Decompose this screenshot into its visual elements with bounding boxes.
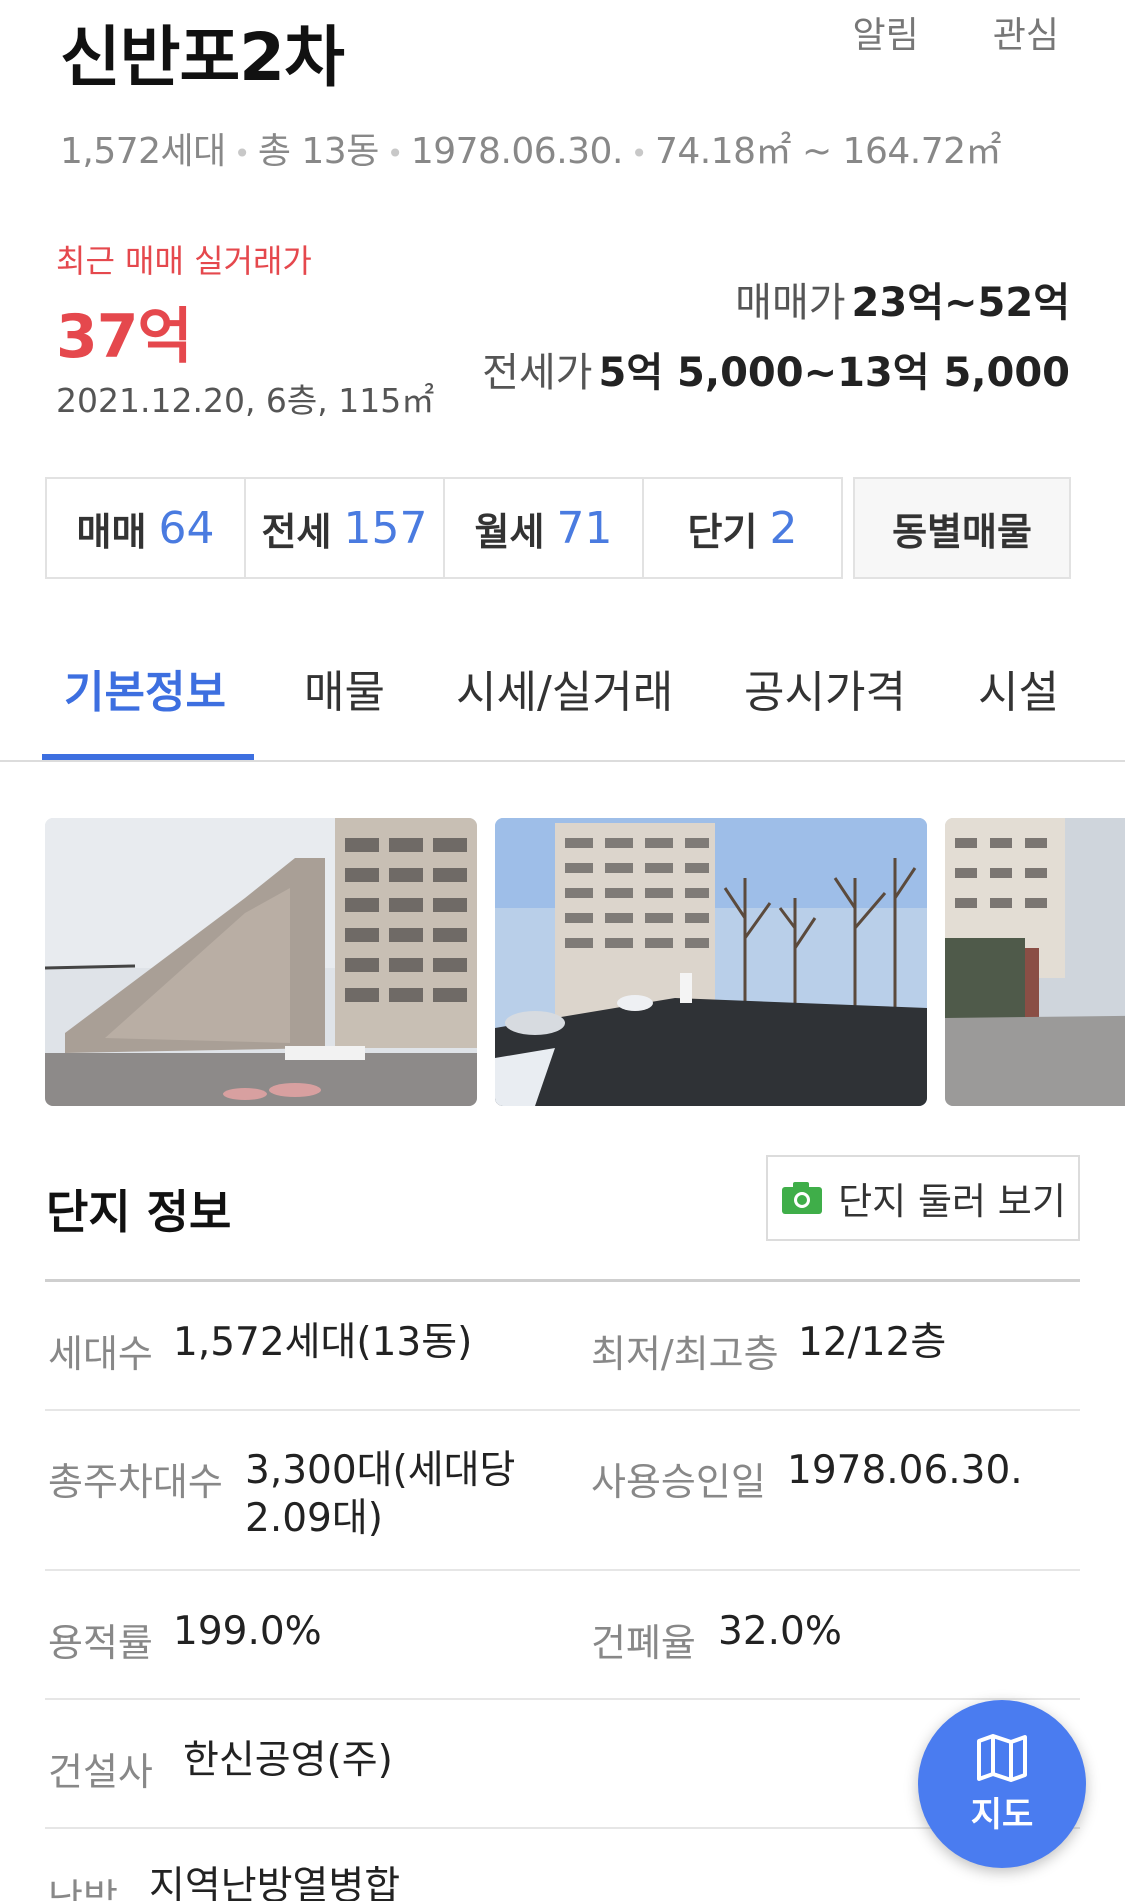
separator-dot: • (386, 137, 404, 170)
info-value: 1978.06.30. (787, 1448, 1023, 1493)
jeonse-price-value: 5억 5,000~13억 5,000 (598, 350, 1070, 396)
camera-icon (782, 1182, 823, 1214)
recent-sale-detail: 2021.12.20, 6층, 115㎡ (56, 381, 435, 420)
info-label: 건설사 (48, 1750, 153, 1794)
listing-tab-count: 157 (343, 502, 428, 554)
info-label: 총주차대수 (48, 1460, 223, 1504)
section-nav: 기본정보 매물 시세/실거래 공시가격 시설 (0, 620, 1125, 762)
summary-approval-date: 1978.06.30. (410, 131, 624, 172)
info-label: 세대수 (48, 1332, 153, 1376)
info-value: 199.0% (173, 1609, 322, 1654)
info-value: 1,572세대(13동) (173, 1320, 473, 1365)
jeonse-price-range: 전세가 5억 5,000~13억 5,000 (482, 340, 1070, 398)
complex-summary: 1,572세대 • 총 13동 • 1978.06.30. • 74.18㎡ ~ 164.7… (60, 122, 1002, 174)
listing-tab-label: 전세 (261, 509, 332, 554)
complex-info-title: 단지 정보 (46, 1185, 232, 1239)
info-label: 용적률 (48, 1621, 153, 1665)
map-icon (977, 1733, 1027, 1782)
listing-tab-monthly-rent[interactable]: 월세 71 (443, 477, 644, 579)
info-row: 총주차대수 3,300대(세대당 2.09대) 사용승인일 1978.06.30… (45, 1411, 1080, 1571)
tab-official-price[interactable]: 공시가격 (744, 656, 906, 720)
sale-price-range: 매매가 23억~52억 (735, 270, 1070, 328)
summary-area-range: 74.18㎡ ~ 164.72㎡ (654, 131, 1002, 172)
tab-market-price[interactable]: 시세/실거래 (456, 656, 673, 720)
listing-tab-short-term[interactable]: 단기 2 (642, 477, 843, 579)
listing-tab-label: 월세 (474, 509, 545, 554)
summary-buildings: 총 13동 (257, 131, 380, 172)
active-tab-indicator (42, 754, 254, 760)
complex-photo[interactable] (495, 818, 927, 1106)
listing-tab-label: 매매 (76, 509, 147, 554)
info-value: 12/12층 (798, 1320, 947, 1365)
listing-tab-label: 단기 (687, 509, 758, 554)
listing-tab-sale[interactable]: 매매 64 (45, 477, 246, 579)
listing-tab-jeonse[interactable]: 전세 157 (244, 477, 445, 579)
info-row: 용적률 199.0% 건폐율 32.0% (45, 1571, 1080, 1700)
sale-price-label: 매매가 (735, 280, 846, 326)
info-label: 사용승인일 (591, 1460, 766, 1504)
top-actions: 알림 관심 (853, 6, 1060, 58)
summary-households: 1,572세대 (60, 131, 226, 172)
complex-photo[interactable] (45, 818, 477, 1106)
recent-sale-price: 37억 (56, 302, 193, 372)
complex-header: 신반포2차 알림 관심 1,572세대 • 총 13동 • 1978.06.30. • 74… (0, 0, 1125, 230)
map-button[interactable]: 지도 (918, 1700, 1086, 1868)
sale-price-value: 23억~52억 (851, 280, 1070, 326)
listing-tab-count: 64 (158, 502, 215, 554)
jeonse-price-label: 전세가 (482, 350, 593, 396)
info-row: 세대수 1,572세대(13동) 최저/최고층 12/12층 (45, 1282, 1080, 1411)
complex-photo[interactable] (945, 818, 1125, 1106)
separator-dot: • (630, 137, 648, 170)
tab-listings[interactable]: 매물 (304, 656, 385, 720)
tab-facilities[interactable]: 시설 (978, 656, 1059, 720)
separator-dot: • (233, 137, 251, 170)
info-label: 건폐율 (591, 1621, 696, 1665)
info-value: 32.0% (718, 1609, 842, 1654)
tab-basic-info[interactable]: 기본정보 (64, 656, 226, 720)
listing-tab-count: 2 (769, 502, 798, 554)
alert-button[interactable]: 알림 (853, 6, 919, 58)
info-value: 지역난방열병합 (149, 1864, 401, 1901)
building-listings-button[interactable]: 동별매물 (853, 477, 1071, 579)
listing-tab-count: 71 (556, 502, 613, 554)
map-button-label: 지도 (970, 1794, 1034, 1835)
listing-type-tabs: 매매 64 전세 157 월세 71 단기 2 동별매물 (45, 477, 1080, 579)
info-label: 난방 (48, 1876, 118, 1901)
info-row: 난방 지역난방열병합 (45, 1829, 1080, 1901)
recent-sale-label: 최근 매매 실거래가 (56, 242, 312, 280)
favorite-button[interactable]: 관심 (993, 6, 1059, 58)
complex-tour-label: 단지 둘러 보기 (838, 1180, 1066, 1223)
photo-gallery[interactable] (0, 818, 1125, 1108)
info-label: 최저/최고층 (591, 1332, 779, 1376)
info-value: 한신공영(주) (183, 1738, 393, 1783)
complex-tour-button[interactable]: 단지 둘러 보기 (766, 1155, 1080, 1241)
page-title: 신반포2차 (60, 19, 345, 96)
info-value: 3,300대(세대당 2.09대) (245, 1448, 516, 1541)
